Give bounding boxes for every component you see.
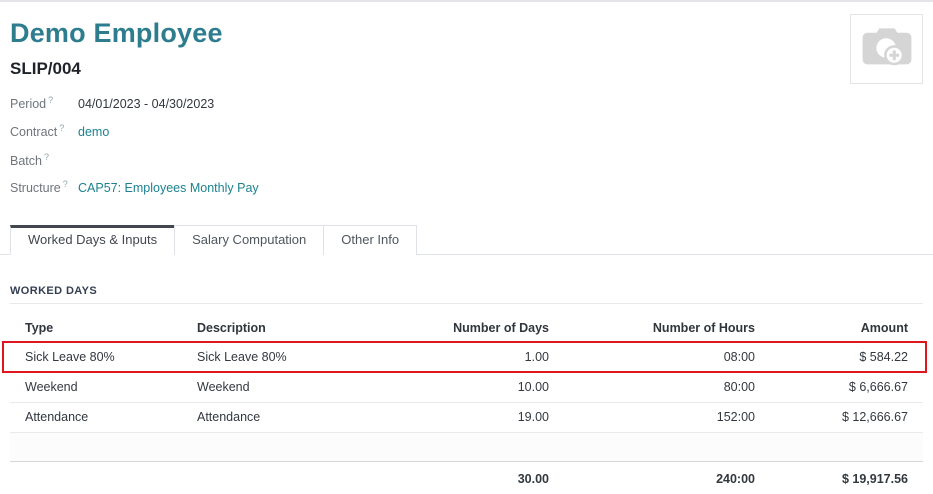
col-header-amount[interactable]: Amount <box>771 316 923 342</box>
table-row-empty[interactable] <box>10 433 923 462</box>
page-title[interactable]: Demo Employee <box>10 18 923 49</box>
help-icon: ? <box>59 123 64 133</box>
field-label-text: Structure <box>10 181 61 195</box>
field-label-contract: Contract? <box>10 123 78 139</box>
totals-spacer <box>10 469 197 487</box>
field-value-batch[interactable] <box>78 151 198 165</box>
camera-plus-icon <box>861 26 913 72</box>
field-label-batch: Batch? <box>10 152 78 168</box>
cell-hours: 80:00 <box>565 373 771 402</box>
help-icon: ? <box>48 95 53 105</box>
cell-hours: 08:00 <box>565 343 771 372</box>
cell-amount: $ 6,666.67 <box>771 373 923 402</box>
employee-photo-upload[interactable] <box>850 14 923 84</box>
cell-type: Weekend <box>10 373 197 402</box>
cell-description: Weekend <box>197 373 385 402</box>
cell-hours: 152:00 <box>565 403 771 432</box>
field-label-text: Batch <box>10 154 42 168</box>
help-icon: ? <box>63 179 68 189</box>
field-label-structure: Structure? <box>10 179 78 195</box>
cell-days: 1.00 <box>385 343 565 372</box>
cell-type: Sick Leave 80% <box>10 343 197 372</box>
cell-amount: $ 12,666.67 <box>771 403 923 432</box>
worked-days-table: Type Description Number of Days Number o… <box>10 316 923 494</box>
field-value-structure-link[interactable]: CAP57: Employees Monthly Pay <box>78 181 259 195</box>
cell-amount: $ 584.22 <box>771 343 923 372</box>
help-icon: ? <box>44 152 49 162</box>
total-days: 30.00 <box>385 462 565 494</box>
field-batch: Batch? <box>10 151 923 179</box>
tab-worked-days-inputs[interactable]: Worked Days & Inputs <box>10 225 175 255</box>
field-structure: Structure? CAP57: Employees Monthly Pay <box>10 179 923 207</box>
col-header-hours[interactable]: Number of Hours <box>565 316 771 342</box>
total-amount: $ 19,917.56 <box>771 462 923 494</box>
field-label-period: Period? <box>10 95 78 111</box>
cell-description: Sick Leave 80% <box>197 343 385 372</box>
field-label-text: Contract <box>10 125 57 139</box>
field-value-contract-link[interactable]: demo <box>78 125 109 139</box>
tab-other-info[interactable]: Other Info <box>323 225 417 255</box>
table-totals-row: 30.00 240:00 $ 19,917.56 <box>10 462 923 494</box>
cell-type: Attendance <box>10 403 197 432</box>
field-group: Period? 04/01/2023 - 04/30/2023 Contract… <box>10 95 923 207</box>
notebook-tabs: Worked Days & Inputs Salary Computation … <box>0 225 933 255</box>
total-hours: 240:00 <box>565 462 771 494</box>
col-header-type[interactable]: Type <box>10 316 197 342</box>
tab-salary-computation[interactable]: Salary Computation <box>174 225 324 255</box>
table-row-attendance[interactable]: Attendance Attendance 19.00 152:00 $ 12,… <box>10 403 923 433</box>
col-header-description[interactable]: Description <box>197 316 385 342</box>
table-header-row: Type Description Number of Days Number o… <box>10 316 923 343</box>
totals-spacer <box>197 469 385 487</box>
worked-days-section-title: WORKED DAYS <box>10 285 923 304</box>
field-label-text: Period <box>10 97 46 111</box>
cell-days: 19.00 <box>385 403 565 432</box>
table-row-weekend[interactable]: Weekend Weekend 10.00 80:00 $ 6,666.67 <box>10 373 923 403</box>
field-period: Period? 04/01/2023 - 04/30/2023 <box>10 95 923 123</box>
payslip-reference: SLIP/004 <box>10 59 923 79</box>
field-value-period[interactable]: 04/01/2023 - 04/30/2023 <box>78 97 214 111</box>
payslip-form: Demo Employee SLIP/004 Period? 04/01/202… <box>0 0 933 474</box>
col-header-days[interactable]: Number of Days <box>385 316 565 342</box>
cell-description: Attendance <box>197 403 385 432</box>
cell-days: 10.00 <box>385 373 565 402</box>
field-contract: Contract? demo <box>10 123 923 151</box>
table-row-sick-leave[interactable]: Sick Leave 80% Sick Leave 80% 1.00 08:00… <box>10 343 923 373</box>
